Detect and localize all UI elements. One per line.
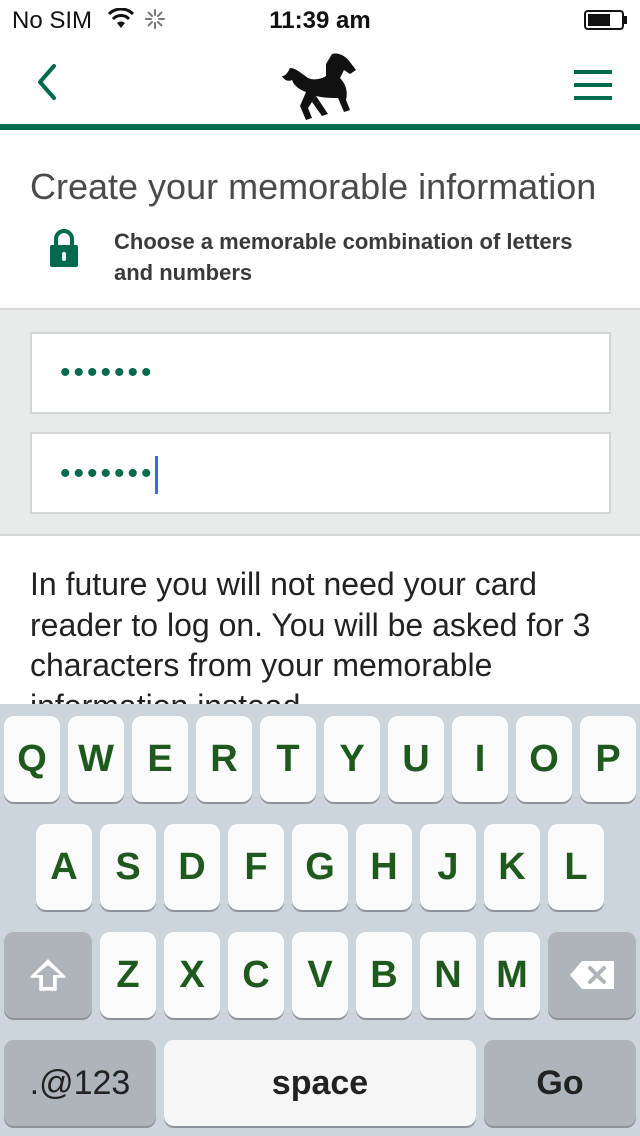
numbers-key[interactable]: .@123 bbox=[4, 1040, 156, 1126]
key-n[interactable]: N bbox=[420, 932, 476, 1018]
key-p[interactable]: P bbox=[580, 716, 636, 802]
key-x[interactable]: X bbox=[164, 932, 220, 1018]
form-section: ••••••• ••••••• bbox=[0, 308, 640, 536]
key-y[interactable]: Y bbox=[324, 716, 380, 802]
info-paragraph: In future you will not need your card re… bbox=[30, 566, 591, 724]
header-accent-bar bbox=[0, 124, 640, 130]
key-h[interactable]: H bbox=[356, 824, 412, 910]
go-key[interactable]: Go bbox=[484, 1040, 636, 1126]
lock-icon bbox=[50, 229, 78, 267]
key-l[interactable]: L bbox=[548, 824, 604, 910]
key-m[interactable]: M bbox=[484, 932, 540, 1018]
black-horse-logo bbox=[282, 53, 356, 121]
backspace-icon bbox=[570, 961, 614, 989]
status-time: 11:39 am bbox=[269, 7, 371, 34]
instruction-text: Choose a memorable combination of letter… bbox=[114, 229, 573, 285]
field-masked-value: ••••••• bbox=[60, 456, 158, 494]
page-title: Create your memorable information bbox=[30, 166, 597, 207]
key-t[interactable]: T bbox=[260, 716, 316, 802]
text-cursor bbox=[154, 456, 158, 494]
key-k[interactable]: K bbox=[484, 824, 540, 910]
chevron-left-icon[interactable] bbox=[28, 60, 68, 104]
on-screen-keyboard: Q W E R T Y U I O P A S D F G H J K L Z … bbox=[0, 704, 640, 1136]
key-d[interactable]: D bbox=[164, 824, 220, 910]
delete-key[interactable] bbox=[548, 932, 636, 1018]
navigation-bar bbox=[0, 40, 640, 124]
shift-key[interactable] bbox=[4, 932, 92, 1018]
key-o[interactable]: O bbox=[516, 716, 572, 802]
key-j[interactable]: J bbox=[420, 824, 476, 910]
key-s[interactable]: S bbox=[100, 824, 156, 910]
space-key[interactable]: space bbox=[164, 1040, 476, 1126]
confirm-memorable-info-field[interactable]: ••••••• bbox=[30, 432, 611, 514]
key-q[interactable]: Q bbox=[4, 716, 60, 802]
key-r[interactable]: R bbox=[196, 716, 252, 802]
key-f[interactable]: F bbox=[228, 824, 284, 910]
key-w[interactable]: W bbox=[68, 716, 124, 802]
shift-arrow-icon bbox=[30, 959, 66, 991]
key-i[interactable]: I bbox=[452, 716, 508, 802]
field-masked-value: ••••••• bbox=[60, 356, 155, 389]
battery-icon bbox=[584, 10, 627, 30]
key-b[interactable]: B bbox=[356, 932, 412, 1018]
key-a[interactable]: A bbox=[36, 824, 92, 910]
key-c[interactable]: C bbox=[228, 932, 284, 1018]
key-u[interactable]: U bbox=[388, 716, 444, 802]
key-g[interactable]: G bbox=[292, 824, 348, 910]
key-z[interactable]: Z bbox=[100, 932, 156, 1018]
memorable-info-field[interactable]: ••••••• bbox=[30, 332, 611, 414]
status-bar: No SIM 11:39 am bbox=[0, 0, 640, 40]
key-e[interactable]: E bbox=[132, 716, 188, 802]
key-v[interactable]: V bbox=[292, 932, 348, 1018]
hamburger-menu-icon[interactable] bbox=[574, 68, 612, 102]
